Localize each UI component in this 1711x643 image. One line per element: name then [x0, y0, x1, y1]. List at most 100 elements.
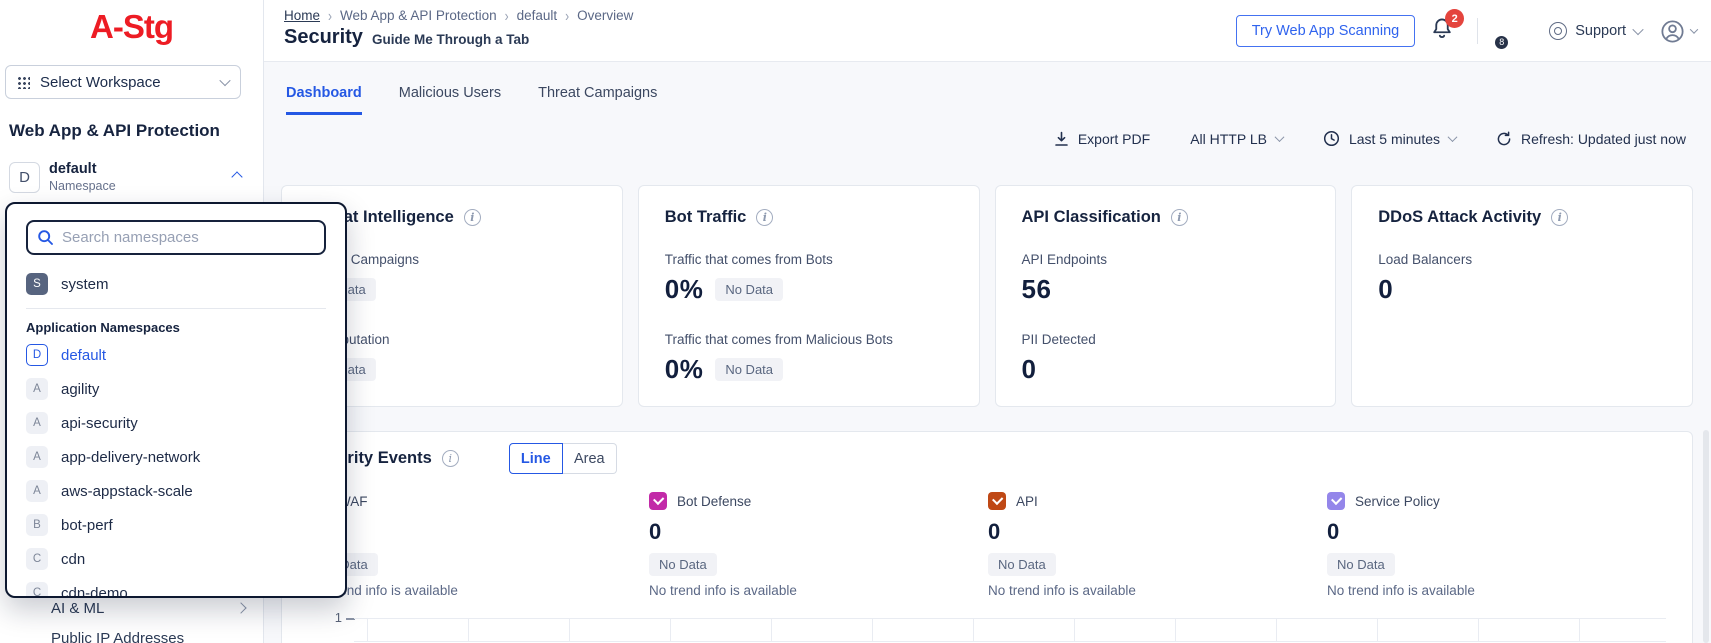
namespace-initial-badge: D [9, 162, 40, 193]
breadcrumb-home[interactable]: Home [284, 8, 320, 23]
card-title: API Classification [1022, 208, 1161, 227]
toggle-area-button[interactable]: Area [563, 443, 617, 474]
info-icon[interactable] [1551, 209, 1568, 226]
header-divider [1477, 18, 1478, 44]
tab-threat-campaigns[interactable]: Threat Campaigns [538, 85, 657, 115]
chevron-down-icon [1690, 25, 1698, 33]
metric-value: 0% [665, 274, 704, 305]
vertical-scrollbar[interactable] [1703, 430, 1709, 643]
legend-value: 0 [1327, 519, 1666, 545]
namespace-option-api-security[interactable]: A api-security [7, 406, 345, 440]
api-checkbox[interactable] [988, 492, 1006, 510]
namespace-initial-badge: A [26, 446, 48, 468]
security-events-card: Security Events Line Area WAF 0 No Data … [281, 431, 1693, 643]
namespace-initial-badge: A [26, 480, 48, 502]
chevron-down-icon [1275, 132, 1285, 142]
legend-trend-text: No trend info is available [988, 583, 1327, 598]
search-namespaces-input[interactable] [62, 229, 315, 246]
application-namespaces-header: Application Namespaces [7, 320, 345, 335]
chart-type-toggle: Line Area [509, 443, 617, 474]
sidebar-item-ai-ml[interactable]: AI & ML [51, 600, 104, 617]
namespace-sublabel: Namespace [49, 179, 116, 193]
main-content: Home › Web App & API Protection › defaul… [264, 0, 1711, 643]
metric-label: Traffic that comes from Malicious Bots [665, 332, 953, 347]
refresh-label: Refresh: Updated just now [1521, 131, 1686, 147]
refresh-button[interactable]: Refresh: Updated just now [1496, 131, 1686, 147]
card-title-row: DDoS Attack Activity [1378, 206, 1666, 228]
namespace-selector[interactable]: D default Namespace [9, 160, 255, 198]
breadcrumb-separator: › [565, 6, 569, 24]
namespace-initial-badge: D [26, 344, 48, 366]
metric-label: API Endpoints [1022, 252, 1310, 267]
chevron-up-icon [231, 171, 242, 182]
card-title-row: API Classification [1022, 206, 1310, 228]
time-range-dropdown[interactable]: Last 5 minutes [1323, 130, 1456, 147]
no-data-badge: No Data [715, 278, 783, 301]
lb-filter-dropdown[interactable]: All HTTP LB [1190, 131, 1283, 147]
breadcrumb-overview[interactable]: Overview [577, 8, 633, 23]
namespace-option-app-delivery-network[interactable]: A app-delivery-network [7, 440, 345, 474]
legend-label: Service Policy [1355, 494, 1440, 509]
info-icon[interactable] [756, 209, 773, 226]
no-data-badge: No Data [1327, 553, 1395, 576]
bot-traffic-card: Bot Traffic Traffic that comes from Bots… [638, 185, 980, 407]
support-menu[interactable]: Support [1549, 22, 1642, 40]
namespace-option-label: cdn-demo [61, 585, 128, 599]
service-policy-checkbox[interactable] [1327, 492, 1345, 510]
tab-malicious-users[interactable]: Malicious Users [399, 85, 501, 115]
export-pdf-button[interactable]: Export PDF [1054, 131, 1150, 147]
toggle-line-button[interactable]: Line [509, 443, 563, 474]
namespace-option-label: api-security [61, 415, 138, 432]
sidebar-item-public-ip[interactable]: Public IP Addresses [51, 630, 184, 643]
workspace-selector[interactable]: Select Workspace [5, 65, 241, 99]
support-icon [1549, 22, 1567, 40]
namespace-option-agility[interactable]: A agility [7, 372, 345, 406]
namespace-initial-badge: B [26, 514, 48, 536]
legend-trend-text: No trend info is available [310, 583, 649, 598]
namespace-option-label: cdn [61, 551, 85, 568]
info-icon[interactable] [442, 450, 459, 467]
namespace-option-default[interactable]: D default [7, 338, 345, 372]
namespace-initial-badge: A [26, 378, 48, 400]
tenant-avatar[interactable]: 8 [1499, 15, 1532, 48]
namespace-option-label: default [61, 347, 106, 364]
namespace-option-system[interactable]: S system [7, 267, 345, 301]
info-icon[interactable] [1171, 209, 1188, 226]
tab-dashboard[interactable]: Dashboard [286, 85, 362, 115]
try-web-app-scanning-button[interactable]: Try Web App Scanning [1236, 15, 1416, 47]
tab-bar: Dashboard Malicious Users Threat Campaig… [286, 85, 657, 115]
notification-count-badge: 2 [1445, 9, 1464, 28]
breadcrumb-separator: › [328, 6, 332, 24]
namespace-option-cdn[interactable]: C cdn [7, 542, 345, 576]
namespace-dropdown-panel: S system Application Namespaces D defaul… [5, 202, 347, 598]
workspace-selector-label: Select Workspace [40, 74, 211, 91]
ddos-attack-activity-card: DDoS Attack Activity Load Balancers 0 [1351, 185, 1693, 407]
workspace-grid-icon [17, 76, 30, 89]
namespace-option-label: bot-perf [61, 517, 113, 534]
metric-value: 56 [1022, 274, 1052, 305]
brand-logo: A-Stg [0, 8, 263, 46]
breadcrumb-namespace[interactable]: default [517, 8, 558, 23]
guide-me-link[interactable]: Guide Me Through a Tab [372, 32, 529, 47]
namespace-option-label: app-delivery-network [61, 449, 200, 466]
no-data-badge: No Data [988, 553, 1056, 576]
namespace-option-aws-appstack-scale[interactable]: A aws-appstack-scale [7, 474, 345, 508]
lb-filter-label: All HTTP LB [1190, 131, 1267, 147]
metric-value: 0% [665, 354, 704, 385]
notifications-button[interactable]: 2 [1430, 16, 1456, 46]
app-window: A-Stg Select Workspace Web App & API Pro… [0, 0, 1711, 643]
namespace-option-bot-perf[interactable]: B bot-perf [7, 508, 345, 542]
namespace-option-cdn-demo[interactable]: C cdn-demo [7, 576, 345, 598]
namespace-initial-badge: C [26, 582, 48, 598]
breadcrumb-waap[interactable]: Web App & API Protection [340, 8, 497, 23]
clock-icon [1323, 130, 1340, 147]
top-header: Home › Web App & API Protection › defaul… [264, 0, 1711, 62]
user-menu[interactable] [1659, 18, 1697, 45]
bot-defense-checkbox[interactable] [649, 492, 667, 510]
namespace-option-label: system [61, 276, 109, 293]
namespace-search [26, 220, 326, 255]
info-icon[interactable] [464, 209, 481, 226]
legend-trend-text: No trend info is available [649, 583, 988, 598]
card-title: DDoS Attack Activity [1378, 208, 1541, 227]
search-icon [37, 229, 54, 246]
